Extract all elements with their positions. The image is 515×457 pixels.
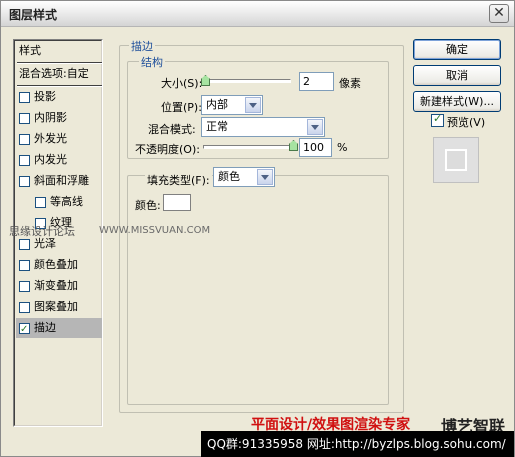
blend-options-label: 混合选项:自定 <box>19 67 89 80</box>
blend-mode-select[interactable]: 正常 <box>201 117 325 137</box>
size-unit: 像素 <box>339 77 361 90</box>
preview-swatch <box>445 149 467 171</box>
close-button[interactable]: ✕ <box>489 4 509 23</box>
style-item-contour[interactable]: 等高线 <box>16 192 102 212</box>
opacity-slider-track[interactable] <box>203 145 295 149</box>
style-item-label: 图案叠加 <box>34 300 78 313</box>
preview-thumbnail <box>433 137 479 183</box>
style-list-header-label: 样式 <box>19 44 41 57</box>
style-item-inner-shadow[interactable]: 内阴影 <box>16 108 102 128</box>
inner-glow-checkbox[interactable] <box>19 155 30 166</box>
opacity-input[interactable]: 100 <box>299 138 332 157</box>
style-item-gradient-overlay[interactable]: 渐变叠加 <box>16 276 102 296</box>
style-item-stroke[interactable]: 描边 <box>16 318 102 340</box>
style-item-drop-shadow[interactable]: 投影 <box>16 87 102 107</box>
opacity-unit: % <box>337 141 348 154</box>
stroke-group-title: 描边 <box>129 38 155 54</box>
outer-glow-checkbox[interactable] <box>19 134 30 145</box>
preview-checkbox[interactable] <box>431 112 444 127</box>
contact-watermark: QQ群:91335958 网址:http://byzlps.blog.sohu.… <box>207 437 506 451</box>
style-item-color-overlay[interactable]: 颜色叠加 <box>16 255 102 275</box>
bevel-emboss-checkbox[interactable] <box>19 176 30 187</box>
chevron-down-icon[interactable] <box>307 119 323 135</box>
cancel-button[interactable]: 取消 <box>413 65 501 86</box>
style-item-label: 等高线 <box>50 195 83 208</box>
gradient-overlay-checkbox[interactable] <box>19 281 30 292</box>
chevron-down-icon[interactable] <box>245 97 261 113</box>
style-item-outer-glow[interactable]: 外发光 <box>16 129 102 149</box>
style-item-label: 颜色叠加 <box>34 258 78 271</box>
blend-mode-label: 混合模式: <box>148 123 196 136</box>
blend-mode-select-value: 正常 <box>206 120 228 133</box>
stroke-checkbox[interactable] <box>19 320 30 340</box>
opacity-label: 不透明度(O): <box>135 143 200 156</box>
style-item-label: 内阴影 <box>34 111 67 124</box>
position-label: 位置(P): <box>161 101 202 114</box>
drop-shadow-checkbox[interactable] <box>19 92 30 103</box>
size-slider-track[interactable] <box>203 79 291 83</box>
blend-options-item[interactable]: 混合选项:自定 <box>16 64 102 84</box>
fill-type-label: 填充类型(F): <box>145 172 212 188</box>
style-item-label: 描边 <box>34 321 56 334</box>
style-item-inner-glow[interactable]: 内发光 <box>16 150 102 170</box>
fill-type-select-value: 颜色 <box>218 170 240 183</box>
ok-button[interactable]: 确定 <box>413 39 501 60</box>
new-style-button[interactable]: 新建样式(W)... <box>413 91 501 112</box>
satin-checkbox[interactable] <box>19 239 30 250</box>
color-overlay-checkbox[interactable] <box>19 260 30 271</box>
fill-type-select[interactable]: 颜色 <box>213 167 275 187</box>
style-item-label: 斜面和浮雕 <box>34 174 89 187</box>
size-label: 大小(S): <box>161 77 203 90</box>
contour-checkbox[interactable] <box>35 197 46 208</box>
position-select[interactable]: 内部 <box>201 95 263 115</box>
close-icon: ✕ <box>493 5 505 21</box>
forum-watermark: 思缘设计论坛 <box>9 225 75 238</box>
preview-label: 预览(V) <box>447 116 486 129</box>
layer-style-dialog: 图层样式 ✕ 样式 混合选项:自定 投影 内阴影 外发光 内发光 斜面和浮雕 等… <box>0 0 515 457</box>
style-item-label: 内发光 <box>34 153 67 166</box>
inner-shadow-checkbox[interactable] <box>19 113 30 124</box>
stroke-color-swatch[interactable] <box>163 194 191 211</box>
style-item-label: 投影 <box>34 90 56 103</box>
chevron-down-icon[interactable] <box>257 169 273 185</box>
dialog-title: 图层样式 <box>9 8 58 22</box>
style-item-bevel-emboss[interactable]: 斜面和浮雕 <box>16 171 102 191</box>
style-list-header[interactable]: 样式 <box>16 41 102 61</box>
pattern-overlay-checkbox[interactable] <box>19 302 30 313</box>
site-watermark: WWW.MISSVUAN.COM <box>99 225 211 236</box>
structure-group-title: 结构 <box>139 54 165 70</box>
position-select-value: 内部 <box>206 98 228 111</box>
title-bar[interactable]: 图层样式 ✕ <box>1 1 514 27</box>
style-item-pattern-overlay[interactable]: 图案叠加 <box>16 297 102 317</box>
color-label: 颜色: <box>135 199 161 212</box>
size-input[interactable]: 2 <box>299 72 334 91</box>
style-item-label: 渐变叠加 <box>34 279 78 292</box>
style-item-label: 外发光 <box>34 132 67 145</box>
